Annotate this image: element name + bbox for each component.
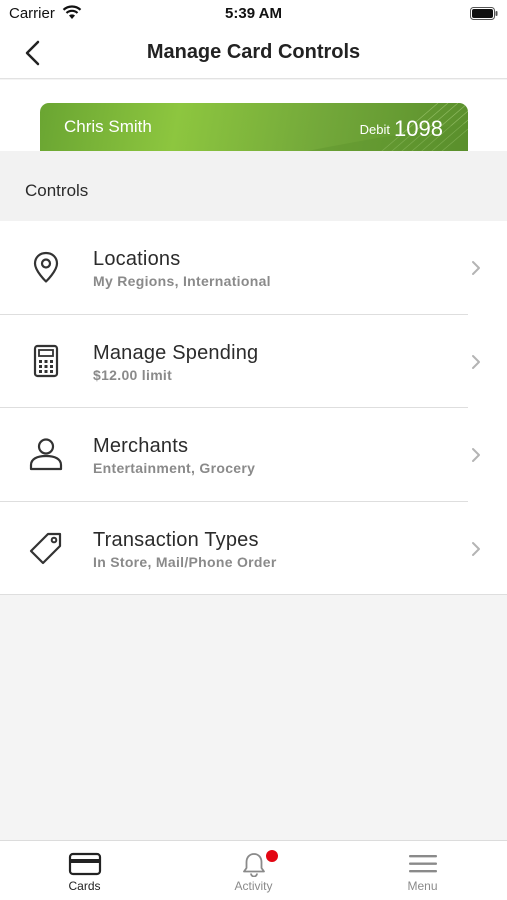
control-row-transaction-types[interactable]: Transaction Types In Store, Mail/Phone O…: [0, 501, 507, 595]
tab-bar: Cards Activity Menu: [0, 840, 507, 900]
card-type-label: Debit: [359, 122, 390, 137]
tag-icon: [29, 532, 62, 564]
control-title: Transaction Types: [93, 528, 259, 551]
control-subtitle: In Store, Mail/Phone Order: [93, 553, 277, 570]
tab-activity[interactable]: Activity: [169, 841, 338, 900]
control-title: Merchants: [93, 435, 189, 457]
card-holder-name: Chris Smith: [64, 117, 152, 136]
notification-badge: [266, 850, 278, 862]
chevron-right-icon: [472, 541, 480, 556]
calculator-icon: [33, 344, 59, 377]
page-title: Manage Card Controls: [146, 41, 361, 63]
chevron-right-icon: [472, 448, 480, 462]
section-title: Controls: [25, 181, 89, 200]
control-row-locations[interactable]: Locations My Regions, International: [0, 221, 507, 315]
control-subtitle: My Regions, International: [93, 273, 271, 289]
location-pin-icon: [33, 251, 59, 283]
control-title: Locations: [93, 248, 181, 270]
controls-section-header: Controls: [0, 151, 507, 221]
row-divider: [0, 594, 507, 595]
bell-icon: [242, 853, 265, 877]
tab-label: Cards: [68, 879, 101, 893]
control-title: Manage Spending: [93, 341, 259, 364]
battery-icon: [470, 7, 498, 20]
card-last-four: 1098: [394, 116, 443, 141]
chevron-right-icon: [472, 354, 480, 369]
tab-menu[interactable]: Menu: [338, 841, 507, 900]
control-row-manage-spending[interactable]: Manage Spending $12.00 limit: [0, 314, 507, 408]
status-time: 5:39 AM: [225, 5, 282, 22]
hamburger-icon: [408, 855, 437, 873]
tab-label: Activity: [234, 879, 273, 893]
debit-card[interactable]: Chris Smith Debit 1098: [40, 103, 468, 151]
control-subtitle: $12.00 limit: [93, 366, 173, 383]
tab-label: Menu: [407, 879, 438, 893]
tab-cards[interactable]: Cards: [0, 841, 169, 900]
control-subtitle: Entertainment, Grocery: [93, 460, 256, 476]
chevron-right-icon: [472, 261, 480, 275]
status-bar: Carrier 5:39 AM: [0, 0, 507, 28]
control-row-merchants[interactable]: Merchants Entertainment, Grocery: [0, 408, 507, 502]
person-icon: [29, 438, 63, 471]
navigation-bar: Manage Card Controls: [0, 28, 507, 79]
controls-list: Locations My Regions, International Mana…: [0, 221, 507, 595]
card-preview-area: Chris Smith Debit 1098: [0, 80, 507, 151]
card-icon: [68, 852, 101, 876]
